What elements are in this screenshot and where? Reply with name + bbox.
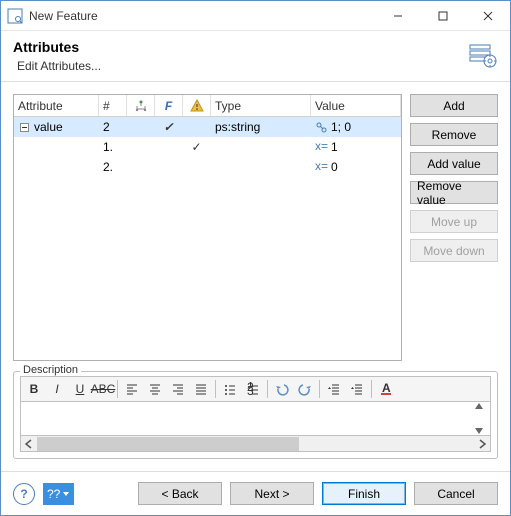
cell-warning — [183, 166, 211, 168]
separator — [319, 380, 320, 398]
table-body: value2✓ps:string1; 01.✓x=12.x=0 — [14, 117, 401, 360]
cell-value: x=1 — [311, 139, 401, 155]
align-right-button[interactable] — [167, 379, 189, 399]
content-area: Attribute # F Type Value value2✓ps:strin… — [1, 82, 510, 471]
dialog-window: New Feature Attributes Edit Attributes..… — [0, 0, 511, 516]
wizard-menu-label: ?? — [47, 487, 60, 501]
next-button[interactable]: Next > — [230, 482, 314, 505]
side-buttons: Add Remove Add value Remove value Move u… — [410, 94, 498, 361]
cell-hierarchy — [127, 146, 155, 148]
scroll-right-icon[interactable] — [474, 437, 490, 451]
tree-collapse-icon[interactable] — [18, 121, 30, 133]
titlebar: New Feature — [1, 1, 510, 31]
footer: ? ?? < Back Next > Finish Cancel — [1, 471, 510, 515]
finish-button[interactable]: Finish — [322, 482, 406, 505]
maximize-button[interactable] — [420, 1, 465, 30]
move-down-button[interactable]: Move down — [410, 239, 498, 262]
col-header-attribute[interactable]: Attribute — [14, 95, 99, 116]
cell-count: 2 — [99, 119, 127, 135]
page-title: Attributes — [13, 39, 466, 55]
table-row[interactable]: value 2 ✓ ps:string1; 0 — [14, 117, 401, 137]
svg-text:x=: x= — [315, 161, 328, 173]
back-button[interactable]: < Back — [138, 482, 222, 505]
cell-fixed — [155, 146, 183, 148]
separator — [371, 380, 372, 398]
cell-type: ps:string — [211, 119, 311, 135]
undo-button[interactable] — [271, 379, 293, 399]
cell-value: 1; 0 — [311, 119, 401, 135]
cell-type — [211, 146, 311, 148]
cell-hierarchy — [127, 166, 155, 168]
cell-attribute — [14, 146, 99, 148]
cell-fixed: ✓ — [155, 119, 183, 135]
cell-count: 2. — [99, 159, 127, 175]
cell-attribute: value — [14, 119, 99, 135]
strike-button[interactable]: ABC — [92, 379, 114, 399]
separator — [215, 380, 216, 398]
col-header-type[interactable]: Type — [211, 95, 311, 116]
col-header-warning[interactable] — [183, 95, 211, 116]
cell-warning — [183, 126, 211, 128]
align-justify-button[interactable] — [190, 379, 212, 399]
cell-count: 1. — [99, 139, 127, 155]
font-color-button[interactable]: A — [375, 379, 397, 399]
table-row[interactable]: 2. x=0 — [14, 157, 401, 177]
cell-warning: ✓ — [183, 139, 211, 155]
page-header: Attributes Edit Attributes... — [1, 31, 510, 82]
vertical-scrollbar[interactable] — [474, 402, 490, 435]
col-header-fixed[interactable]: F — [155, 95, 183, 116]
col-header-hierarchy[interactable] — [127, 95, 155, 116]
redo-button[interactable] — [294, 379, 316, 399]
description-editor[interactable] — [20, 402, 491, 436]
app-icon — [7, 8, 23, 24]
separator — [267, 380, 268, 398]
remove-value-button[interactable]: Remove value — [410, 181, 498, 204]
page-icon — [466, 39, 498, 71]
move-up-button[interactable]: Move up — [410, 210, 498, 233]
underline-button[interactable]: U — [69, 379, 91, 399]
cell-type — [211, 166, 311, 168]
cell-hierarchy — [127, 126, 155, 128]
remove-button[interactable]: Remove — [410, 123, 498, 146]
window-title: New Feature — [29, 9, 375, 23]
minimize-button[interactable] — [375, 1, 420, 30]
separator — [117, 380, 118, 398]
align-left-button[interactable] — [121, 379, 143, 399]
scrollbar-thumb[interactable] — [37, 437, 299, 451]
rich-text-toolbar: B I U ABC 123 A — [20, 376, 491, 402]
cell-attribute — [14, 166, 99, 168]
cancel-button[interactable]: Cancel — [414, 482, 498, 505]
cell-fixed — [155, 166, 183, 168]
page-subtitle: Edit Attributes... — [17, 59, 466, 73]
scroll-left-icon[interactable] — [21, 437, 37, 451]
number-list-button[interactable]: 123 — [242, 379, 264, 399]
italic-button[interactable]: I — [46, 379, 68, 399]
indent-button[interactable] — [346, 379, 368, 399]
cell-value: x=0 — [311, 159, 401, 175]
add-button[interactable]: Add — [410, 94, 498, 117]
col-header-value[interactable]: Value — [311, 95, 401, 116]
horizontal-scrollbar[interactable] — [20, 436, 491, 452]
align-center-button[interactable] — [144, 379, 166, 399]
attribute-name: value — [34, 120, 63, 134]
table-row[interactable]: 1. ✓ x=1 — [14, 137, 401, 157]
svg-text:x=: x= — [315, 141, 328, 153]
wizard-menu-button[interactable]: ?? — [43, 483, 74, 505]
close-button[interactable] — [465, 1, 510, 30]
bold-button[interactable]: B — [23, 379, 45, 399]
table-header: Attribute # F Type Value — [14, 95, 401, 117]
bullet-list-button[interactable] — [219, 379, 241, 399]
help-button[interactable]: ? — [13, 483, 35, 505]
description-group: Description B I U ABC 123 — [13, 371, 498, 459]
add-value-button[interactable]: Add value — [410, 152, 498, 175]
outdent-button[interactable] — [323, 379, 345, 399]
col-header-count[interactable]: # — [99, 95, 127, 116]
attributes-table: Attribute # F Type Value value2✓ps:strin… — [13, 94, 402, 361]
description-legend: Description — [20, 364, 81, 376]
